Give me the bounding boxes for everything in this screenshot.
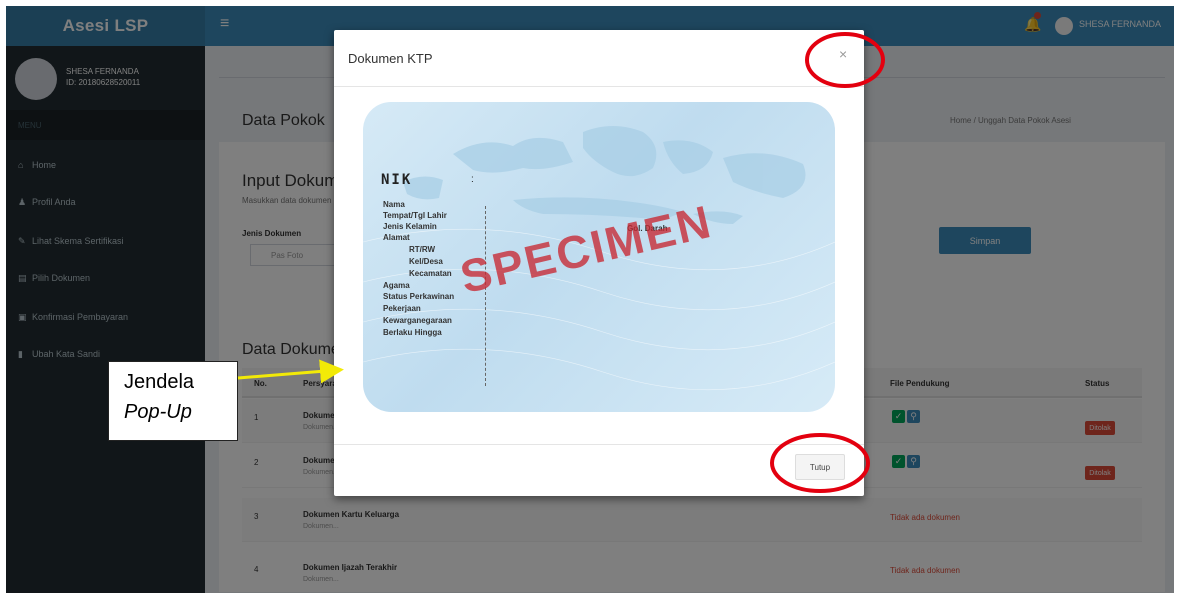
ktp-field: Berlaku Hingga [383, 328, 442, 337]
ktp-nik-label: NIK [381, 172, 413, 188]
ktp-field: Agama [383, 281, 410, 290]
ktp-nik-colon: : [471, 174, 474, 185]
close-icon[interactable]: × [839, 46, 847, 62]
annotation-label-line2: Pop-Up [124, 401, 192, 423]
divider [334, 86, 864, 87]
ktp-image: NIK : Nama Tempat/Tgl Lahir Jenis Kelami… [363, 102, 835, 412]
tutup-button[interactable]: Tutup [795, 454, 845, 480]
ktp-field: Alamat [383, 233, 410, 242]
ktp-field: Kecamatan [409, 269, 452, 278]
divider [334, 444, 864, 445]
ktp-field: Kel/Desa [409, 257, 443, 266]
annotation-label-line1: Jendela [124, 371, 195, 393]
ktp-field: Status Perkawinan [383, 292, 455, 301]
ktp-field: RT/RW [409, 245, 436, 254]
ktp-field: Pekerjaan [383, 304, 421, 313]
ktp-field: Nama [383, 200, 405, 209]
ktp-field: Jenis Kelamin [383, 222, 437, 231]
ktp-field: Kewarganegaraan [383, 316, 452, 325]
modal-title: Dokumen KTP [348, 51, 433, 66]
ktp-modal: Dokumen KTP × NIK : Nama Tempat/Tgl Lahi… [334, 30, 864, 496]
ktp-field: Tempat/Tgl Lahir [383, 211, 447, 220]
